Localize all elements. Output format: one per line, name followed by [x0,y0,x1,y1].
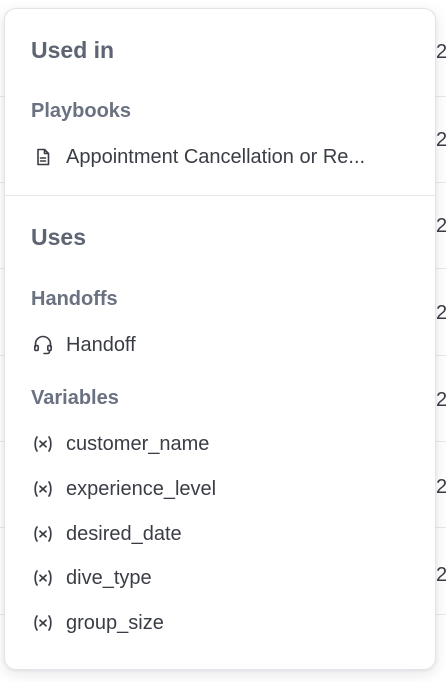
variable-item[interactable]: dive_type [31,563,415,593]
playbook-item[interactable]: Appointment Cancellation or Re... [31,142,415,172]
variable-label: experience_level [66,477,217,500]
variable-icon [31,432,55,456]
handoffs-heading: Handoffs [31,288,118,310]
playbook-label: Appointment Cancellation or Re... [66,145,366,168]
variable-label: group_size [66,611,164,634]
variable-icon [31,611,55,635]
handoff-item[interactable]: Handoff [31,330,415,360]
document-icon [31,145,55,169]
section-divider [5,195,435,196]
variable-label: desired_date [66,522,182,545]
playbooks-heading: Playbooks [31,100,132,122]
variable-icon [31,522,55,546]
variable-icon [31,566,55,590]
variable-item[interactable]: experience_level [31,474,415,504]
variable-item[interactable]: group_size [31,608,415,638]
variable-item[interactable]: desired_date [31,519,415,549]
dependencies-popover: Used in Playbooks Appointment Cancellati… [4,8,436,670]
headset-icon [31,333,55,357]
used-in-title: Used in [31,37,115,63]
variable-label: dive_type [66,566,152,589]
uses-title: Uses [31,224,86,250]
variable-item[interactable]: customer_name [31,429,415,459]
variables-heading: Variables [31,387,119,409]
variable-icon [31,477,55,501]
variable-label: customer_name [66,432,210,455]
handoff-label: Handoff [66,333,136,356]
